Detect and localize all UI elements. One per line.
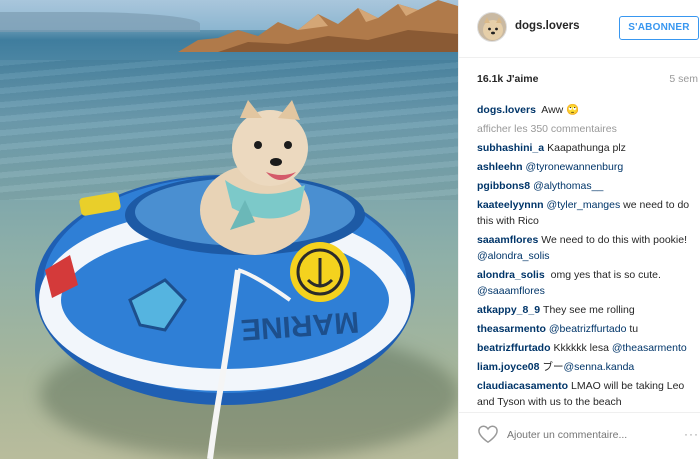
- comment-user[interactable]: ashleehn: [477, 161, 523, 173]
- post-photo[interactable]: MARINE: [0, 0, 458, 459]
- comment-mention[interactable]: @alondra_solis: [477, 250, 550, 262]
- likes-count[interactable]: 16.1k J'aime: [477, 73, 700, 85]
- instagram-post: MARINE dogs.lovers S'ABONNER 16.1k J'aim…: [0, 0, 700, 459]
- comment-user[interactable]: claudiacasamento: [477, 380, 568, 392]
- more-options-icon[interactable]: ···: [684, 427, 699, 441]
- comment-mention[interactable]: @tyronewannenburg: [526, 161, 624, 173]
- comment-user[interactable]: pgibbons8: [477, 180, 530, 192]
- avatar[interactable]: [477, 12, 507, 42]
- comment-text: We need to do this with pookie!: [541, 234, 688, 246]
- comment-item: beatrizffurtado Kkkkkk lesa­ @theasarment…: [477, 340, 700, 356]
- comment-item: pgibbons8 @alythomas__: [477, 178, 700, 194]
- comment-text: They see me rolling: [543, 304, 635, 316]
- comment-text: Kkkkkk lesa­: [553, 342, 609, 354]
- comment-mention[interactable]: @senna.kanda: [563, 361, 634, 373]
- comment-item: theasarmento @beatrizffurtado tu: [477, 321, 700, 337]
- post-header: dogs.lovers S'ABONNER: [459, 0, 700, 58]
- comment-item: liam.joyce08 ブー@senna.kanda: [477, 359, 700, 375]
- comment-user[interactable]: saaamflores: [477, 234, 538, 246]
- comment-mention[interactable]: @theasarmento: [612, 342, 687, 354]
- comment-user[interactable]: beatrizffurtado: [477, 342, 551, 354]
- comment-item: subhashini_a Kaapathunga plz: [477, 140, 700, 156]
- heart-icon[interactable]: [477, 424, 499, 444]
- comment-text: tu: [629, 323, 639, 335]
- comment-item: kaateelyynnn @tyler_manges we need to do …: [477, 197, 700, 229]
- comment-mention[interactable]: @tyler_manges: [547, 199, 621, 211]
- post-username[interactable]: dogs.lovers: [515, 20, 580, 32]
- comment-mention[interactable]: @saaamflores: [477, 285, 545, 297]
- comment-mention[interactable]: @beatrizffurtado: [549, 323, 627, 335]
- caption-user[interactable]: dogs.lovers: [477, 104, 536, 116]
- comment-text: ブー: [542, 361, 564, 373]
- comment-user[interactable]: kaateelyynnn: [477, 199, 544, 211]
- load-more-comments-link[interactable]: afficher les 350 commentaires: [477, 121, 700, 137]
- comment-item: saaamflores We need to do this with pooki…: [477, 232, 700, 264]
- add-comment-input[interactable]: [507, 427, 677, 443]
- comment-item: ashleehn @tyronewannenburg: [477, 159, 700, 175]
- comment-user[interactable]: atkappy_8_9: [477, 304, 540, 316]
- comment-user[interactable]: subhashini_a: [477, 142, 544, 154]
- dog-avatar-icon: [478, 13, 506, 41]
- comments-list: dogs.lovers Aww 🙄 afficher les 350 comme…: [477, 102, 700, 407]
- comment-item: atkappy_8_9 They see me rolling: [477, 302, 700, 318]
- comment-user[interactable]: theasarmento: [477, 323, 546, 335]
- comment-user[interactable]: liam.joyce08: [477, 361, 539, 373]
- post-actions: ···: [459, 412, 700, 459]
- comment-mention[interactable]: @alythomas__: [533, 180, 603, 192]
- comment-item: alondra_solis ­­­ omg yes that is so cute…: [477, 267, 700, 299]
- raft-with-dog: MARINE: [35, 100, 415, 459]
- comment-text: Kaapathunga plz: [547, 142, 626, 154]
- caption: dogs.lovers Aww 🙄: [477, 102, 700, 118]
- post-timestamp[interactable]: 5 sem: [669, 73, 698, 85]
- comment-item: claudiacasamento LMAO will be taking Leo …: [477, 378, 700, 407]
- caption-text: Aww 🙄: [541, 104, 580, 116]
- comment-user[interactable]: alondra_solis: [477, 269, 545, 281]
- follow-button[interactable]: S'ABONNER: [619, 16, 699, 40]
- comment-text: ­­­ omg yes that is so cute.: [547, 269, 661, 281]
- post-sidebar: dogs.lovers S'ABONNER 16.1k J'aime 5 sem…: [458, 0, 700, 459]
